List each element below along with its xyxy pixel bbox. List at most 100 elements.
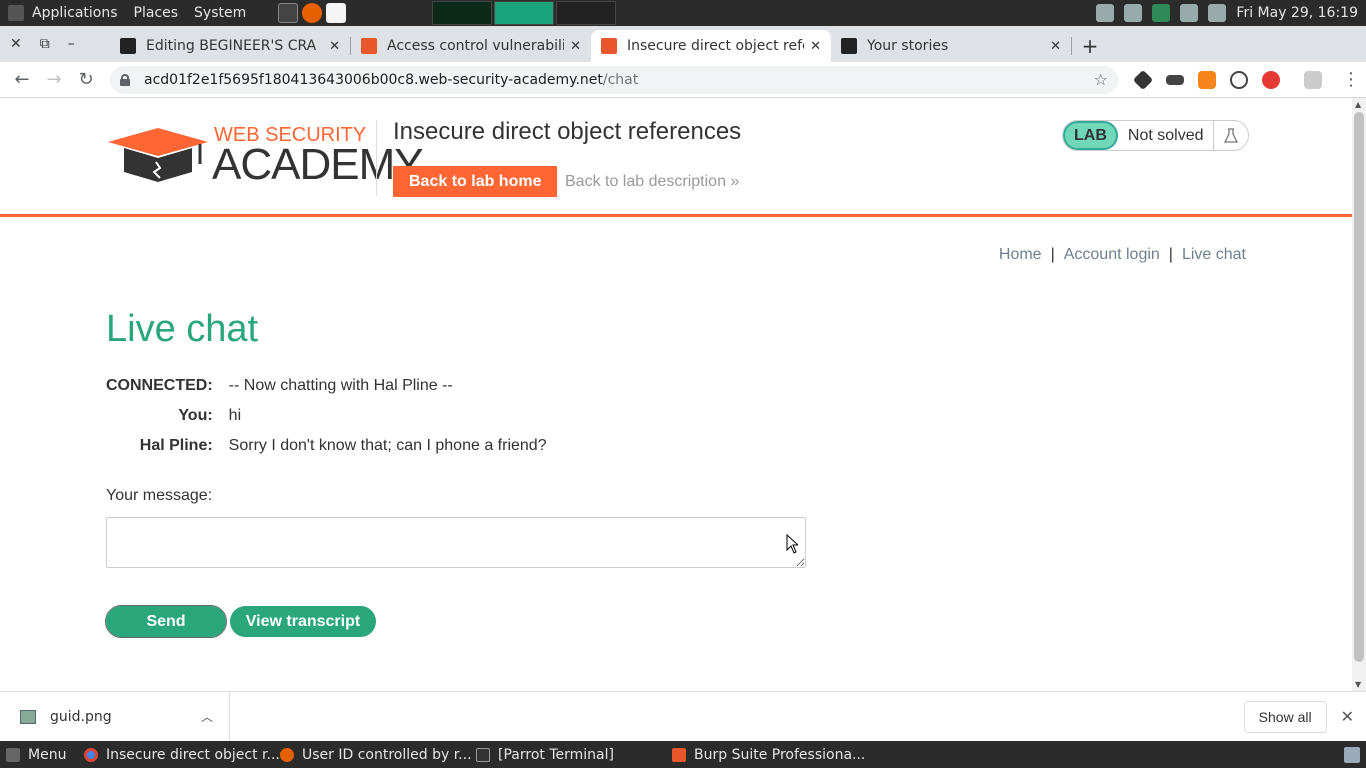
close-downloads-icon[interactable]: ✕	[1341, 707, 1354, 726]
applications-menu[interactable]: Applications	[24, 5, 126, 21]
chat-sender: You:	[178, 407, 213, 424]
double-chevron-right-icon: »	[730, 173, 740, 190]
download-item[interactable]: guid.png ︿	[0, 691, 230, 742]
terminal-launcher-icon[interactable]	[278, 3, 299, 23]
back-to-lab-home-button[interactable]: Back to lab home	[393, 166, 558, 197]
restore-window-icon[interactable]: ⧉	[40, 36, 50, 52]
medium-icon	[120, 38, 136, 54]
bluetooth-icon[interactable]	[1096, 4, 1115, 22]
web-security-academy-logo[interactable]: WEB SECURITY ACADEMY	[108, 124, 424, 189]
url-path: /chat	[602, 71, 639, 88]
tab-title: Insecure direct object refe	[627, 38, 805, 54]
taskbar-menu-button[interactable]: Menu	[0, 741, 78, 768]
parrot-menu-icon	[6, 747, 20, 762]
show-desktop-icon[interactable]	[1344, 746, 1360, 763]
back-arrow-icon[interactable]: ←	[6, 69, 38, 90]
chat-sender: Hal Pline:	[139, 437, 213, 454]
clock[interactable]: Fri May 29, 16:19	[1236, 5, 1358, 21]
lab-status-text: Not solved	[1118, 121, 1215, 150]
network-graph	[556, 1, 617, 25]
cpu-graph	[432, 1, 493, 25]
top-nav-links: Home | Account login | Live chat	[999, 246, 1246, 264]
browser-tab-strip: ✕ ⧉ – Editing BEGINEER'S CRA ✕ Access co…	[0, 26, 1366, 62]
browser-toolbar: ← → ↻ acd01f2e1f5695f180413643006b00c8.w…	[0, 62, 1366, 98]
tab-insecure-direct-object[interactable]: Insecure direct object refe ✕	[591, 30, 831, 62]
taskbar-window-burp[interactable]: Burp Suite Professiona...	[666, 741, 866, 768]
chrome-icon	[84, 747, 98, 762]
scroll-up-arrow-icon[interactable]: ▲	[1355, 100, 1361, 109]
tab-title: Editing BEGINEER'S CRA	[146, 38, 317, 54]
reload-icon[interactable]: ↻	[70, 69, 102, 90]
chat-message: hi	[228, 407, 242, 424]
taskbar-window-chrome[interactable]: Insecure direct object r...	[78, 741, 280, 768]
signal-icon[interactable]	[1180, 4, 1199, 22]
forward-arrow-icon[interactable]: →	[38, 69, 70, 90]
downloads-bar: guid.png ︿ Show all ✕	[0, 691, 1366, 742]
nav-separator: |	[1168, 246, 1173, 263]
minimize-window-icon[interactable]: –	[68, 36, 75, 52]
burp-suite-icon	[672, 747, 686, 762]
message-label: Your message:	[106, 487, 213, 504]
chevron-up-icon[interactable]: ︿	[201, 708, 213, 725]
parrot-logo-icon[interactable]	[8, 5, 24, 21]
medium-icon	[841, 38, 857, 54]
nav-live-chat-link[interactable]: Live chat	[1182, 246, 1246, 263]
extension-icon[interactable]	[1132, 69, 1154, 90]
firefox-icon	[280, 747, 294, 762]
translate-icon[interactable]	[1304, 70, 1322, 89]
terminal-icon	[476, 747, 490, 762]
tab-close-icon[interactable]: ✕	[1050, 39, 1061, 54]
tab-access-control[interactable]: Access control vulnerabili ✕	[351, 30, 591, 62]
taskbar-window-label: [Parrot Terminal]	[498, 746, 614, 763]
tab-editing-article[interactable]: Editing BEGINEER'S CRA ✕	[110, 30, 350, 62]
bookmark-star-icon[interactable]: ☆	[1094, 70, 1108, 89]
taskbar-window-firefox[interactable]: User ID controlled by r...	[274, 741, 472, 768]
back-to-lab-description-link[interactable]: Back to lab description »	[565, 173, 739, 191]
nav-home-link[interactable]: Home	[999, 246, 1042, 263]
view-transcript-button[interactable]: View transcript	[230, 606, 376, 637]
message-textarea[interactable]	[106, 517, 806, 568]
new-tab-button[interactable]: +	[1072, 30, 1108, 62]
clipboard-icon[interactable]	[1208, 4, 1227, 22]
desktop-top-panel: Applications Places System Fri May 29, 1…	[0, 0, 1366, 26]
tab-close-icon[interactable]: ✕	[810, 39, 821, 54]
tab-close-icon[interactable]: ✕	[570, 39, 581, 54]
chat-message: -- Now chatting with Hal Pline --	[228, 377, 453, 394]
browser-menu-icon[interactable]: ⋮	[1342, 69, 1360, 90]
tab-your-stories[interactable]: Your stories ✕	[831, 30, 1071, 62]
lock-icon[interactable]	[120, 73, 130, 86]
close-window-icon[interactable]: ✕	[10, 36, 22, 52]
nav-account-login-link[interactable]: Account login	[1064, 246, 1160, 263]
taskbar-window-terminal[interactable]: [Parrot Terminal]	[470, 741, 666, 768]
flask-icon[interactable]	[1214, 121, 1248, 150]
scrollbar-thumb[interactable]	[1354, 112, 1364, 662]
mouse-cursor-icon	[786, 534, 798, 554]
tab-title: Your stories	[867, 38, 949, 54]
b-extension-icon[interactable]	[1230, 70, 1248, 89]
firefox-launcher-icon[interactable]	[302, 3, 323, 23]
download-filename: guid.png	[50, 708, 112, 725]
network-icon[interactable]	[1152, 4, 1171, 22]
lab-title: Insecure direct object references	[393, 118, 742, 145]
nav-separator: |	[1050, 246, 1055, 263]
incognito-extension-icon[interactable]	[1166, 74, 1184, 85]
scroll-down-arrow-icon[interactable]: ▼	[1355, 680, 1361, 689]
taskbar-window-label: User ID controlled by r...	[302, 746, 472, 763]
chat-row: Hal Pline: Sorry I don't know that; can …	[106, 432, 547, 462]
tab-close-icon[interactable]: ✕	[329, 39, 340, 54]
logo-bottom-text: ACADEMY	[212, 140, 424, 189]
chat-row: CONNECTED: -- Now chatting with Hal Plin…	[106, 372, 547, 402]
volume-icon[interactable]	[1124, 4, 1143, 22]
page-scrollbar[interactable]: ▲ ▼	[1352, 98, 1366, 691]
send-button[interactable]: Send	[105, 605, 227, 638]
address-bar[interactable]: acd01f2e1f5695f180413643006b00c8.web-sec…	[110, 65, 1118, 94]
text-editor-launcher-icon[interactable]	[326, 3, 347, 23]
taskbar-window-label: Burp Suite Professiona...	[694, 746, 866, 763]
system-menu[interactable]: System	[186, 5, 254, 21]
places-menu[interactable]: Places	[126, 5, 187, 21]
portswigger-icon	[601, 38, 617, 54]
adblock-plus-icon[interactable]	[1262, 70, 1280, 89]
tab-title: Access control vulnerabili	[387, 38, 565, 54]
show-all-button[interactable]: Show all	[1243, 700, 1327, 733]
metamask-fox-icon[interactable]	[1198, 70, 1216, 89]
